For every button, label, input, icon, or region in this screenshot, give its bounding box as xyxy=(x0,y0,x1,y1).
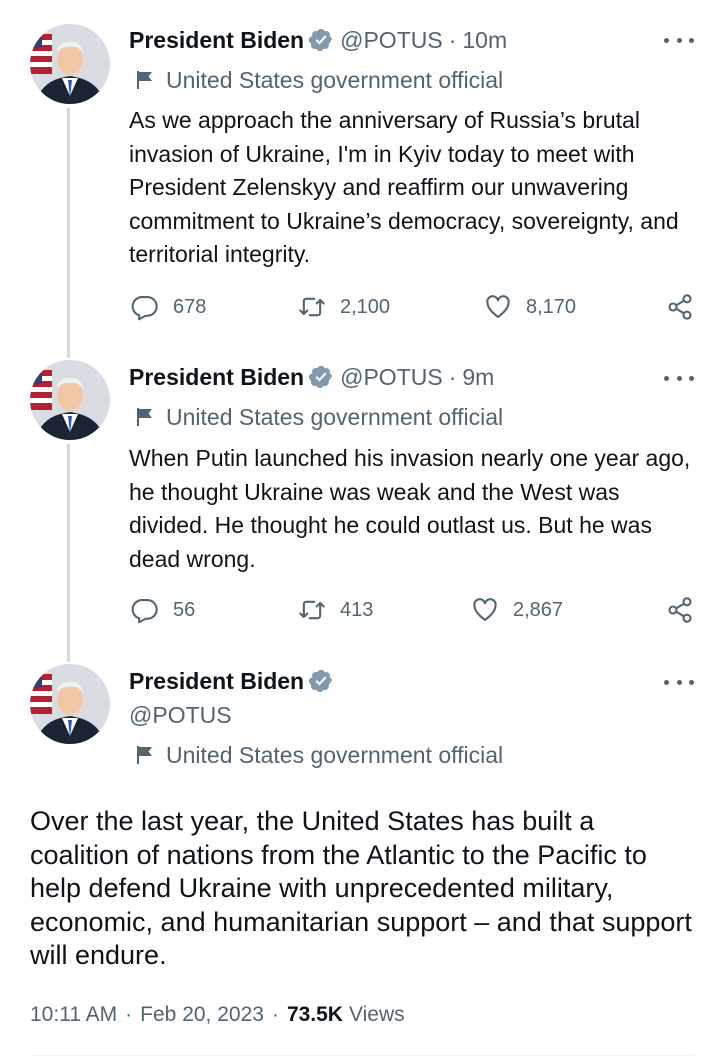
tweet[interactable]: President Biden @POTUS · 9m United State… xyxy=(0,340,724,650)
tweet-time[interactable]: 10:11 AM xyxy=(30,1003,117,1027)
flag-icon xyxy=(136,70,154,90)
flag-icon xyxy=(136,407,154,427)
government-label[interactable]: United States government official xyxy=(136,401,503,433)
more-options-icon[interactable] xyxy=(664,672,694,692)
avatar[interactable] xyxy=(30,664,110,744)
heart-icon xyxy=(473,598,497,621)
government-label[interactable]: United States government official xyxy=(136,739,503,771)
share-icon xyxy=(668,597,692,623)
avatar[interactable] xyxy=(30,360,110,440)
tweet-metadata: 10:11 AM · Feb 20, 2023 · 73.5K Views xyxy=(30,997,405,1033)
reply-count: 56 xyxy=(173,598,196,621)
verified-badge-icon xyxy=(308,668,334,694)
handle-row: @POTUS xyxy=(129,698,232,732)
author-handle[interactable]: @POTUS xyxy=(129,702,232,729)
time-separator: · xyxy=(448,363,457,390)
reply-button[interactable]: 56 xyxy=(131,592,195,628)
retweet-button[interactable]: 413 xyxy=(298,592,373,628)
like-count: 2,867 xyxy=(513,598,564,621)
retweet-count: 413 xyxy=(340,598,374,621)
time-separator: · xyxy=(448,26,457,53)
share-button[interactable] xyxy=(666,592,694,628)
timestamp[interactable]: 9m xyxy=(462,364,494,391)
label-text: United States government official xyxy=(166,403,504,430)
government-label[interactable]: United States government official xyxy=(136,64,503,96)
views-label: Views xyxy=(348,1003,405,1026)
verified-badge-icon xyxy=(308,364,334,390)
reply-count: 678 xyxy=(173,295,207,318)
avatar[interactable] xyxy=(30,24,110,104)
more-options-icon[interactable] xyxy=(664,30,694,50)
separator: · xyxy=(271,1003,279,1026)
retweet-button[interactable]: 2,100 xyxy=(298,289,390,325)
like-button[interactable]: 2,867 xyxy=(471,592,563,628)
tweet-header: President Biden @POTUS · 9m xyxy=(129,360,494,394)
tweet[interactable]: President Biden @POTUS · 10m United Stat… xyxy=(0,0,724,340)
tweet-actions: 678 2,100 8,170 xyxy=(0,289,724,325)
flag-icon xyxy=(136,745,154,765)
author-handle[interactable]: @POTUS xyxy=(340,27,443,54)
like-count: 8,170 xyxy=(526,295,577,318)
tweet-actions: 56 413 2,867 xyxy=(0,592,724,628)
like-button[interactable]: 8,170 xyxy=(484,289,576,325)
tweet-header: President Biden @POTUS · 10m xyxy=(129,23,507,57)
tweet-text: When Putin launched his invasion nearly … xyxy=(129,445,691,572)
share-button[interactable] xyxy=(666,289,694,325)
share-icon xyxy=(668,294,692,320)
reply-icon xyxy=(131,296,158,321)
tweet-text: As we approach the anniversary of Russia… xyxy=(129,107,679,267)
author-handle[interactable]: @POTUS xyxy=(340,364,443,391)
label-text: United States government official xyxy=(166,66,504,93)
heart-icon xyxy=(486,295,510,318)
timestamp[interactable]: 10m xyxy=(462,27,507,54)
tweet-text: Over the last year, the United States ha… xyxy=(30,806,692,970)
reply-button[interactable]: 678 xyxy=(131,289,206,325)
retweet-icon xyxy=(299,600,325,620)
author-name[interactable]: President Biden xyxy=(129,27,304,54)
tweet-date[interactable]: Feb 20, 2023 xyxy=(140,1003,264,1027)
retweet-count: 2,100 xyxy=(340,295,391,318)
retweet-icon xyxy=(299,297,325,317)
views-count[interactable]: 73.5K xyxy=(287,1003,343,1027)
tweet-header: President Biden xyxy=(129,664,340,698)
separator: · xyxy=(125,1003,133,1026)
author-name[interactable]: President Biden xyxy=(129,364,304,391)
verified-badge-icon xyxy=(308,27,334,53)
reply-icon xyxy=(131,599,158,624)
divider xyxy=(30,1055,694,1056)
label-text: United States government official xyxy=(166,741,504,768)
author-name[interactable]: President Biden xyxy=(129,668,304,695)
more-options-icon[interactable] xyxy=(664,368,694,388)
